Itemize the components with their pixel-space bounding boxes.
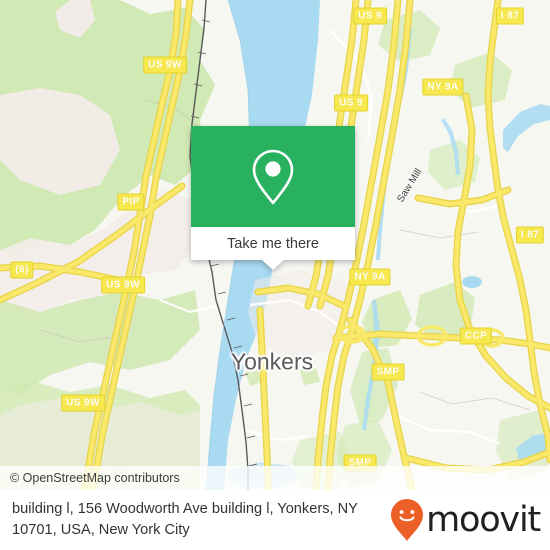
road-shield-smp: SMP [371,363,405,381]
road-shield-us-9: US 9 [353,7,387,25]
address-text: building l, 156 Woodworth Ave building l… [12,499,358,541]
road-shield-pip: PIP [117,193,145,211]
popup-header [191,126,355,227]
popup-footer[interactable]: Take me there [191,227,355,270]
map-canvas[interactable]: US 9 I 87 US 9W NY 9A US 9 PIP I 87 (6) US 9W NY … [0,0,550,490]
map-screenshot: US 9 I 87 US 9W NY 9A US 9 PIP I 87 (6) US 9W NY … [0,0,550,550]
address-line-2: 10701, USA, New York City [12,522,190,538]
road-shield-us-9w: US 9W [143,56,187,74]
place-label-yonkers: Yonkers [230,348,314,375]
take-me-there-button[interactable]: Take me there [227,236,319,252]
road-shield-6: (6) [10,261,34,279]
moovit-logo[interactable]: moovit [390,498,541,542]
road-shield-us-9w: US 9W [61,394,105,412]
road-shield-ny-9a: NY 9A [349,268,391,286]
map-attribution-bar: © OpenStreetMap contributors [0,466,550,490]
footer-bar: building l, 156 Woodworth Ave building l… [0,490,550,550]
map-pin-icon [252,149,294,204]
road-shield-us-9w: US 9W [101,276,145,294]
road-shield-i-87: I 87 [495,7,525,25]
popup-pointer-tail [262,260,284,270]
road-shield-ny-9a: NY 9A [422,78,464,96]
moovit-pin-icon [391,499,424,541]
moovit-wordmark: moovit [426,499,541,540]
road-shield-i-87: I 87 [515,226,545,244]
map-popup-card[interactable]: Take me there [191,126,355,270]
address-line-1: building l, 156 Woodworth Ave building l… [12,501,358,517]
attribution-text[interactable]: © OpenStreetMap contributors [0,471,180,485]
road-shield-ccp: CCP [459,327,493,345]
road-shield-us-9: US 9 [334,94,368,112]
